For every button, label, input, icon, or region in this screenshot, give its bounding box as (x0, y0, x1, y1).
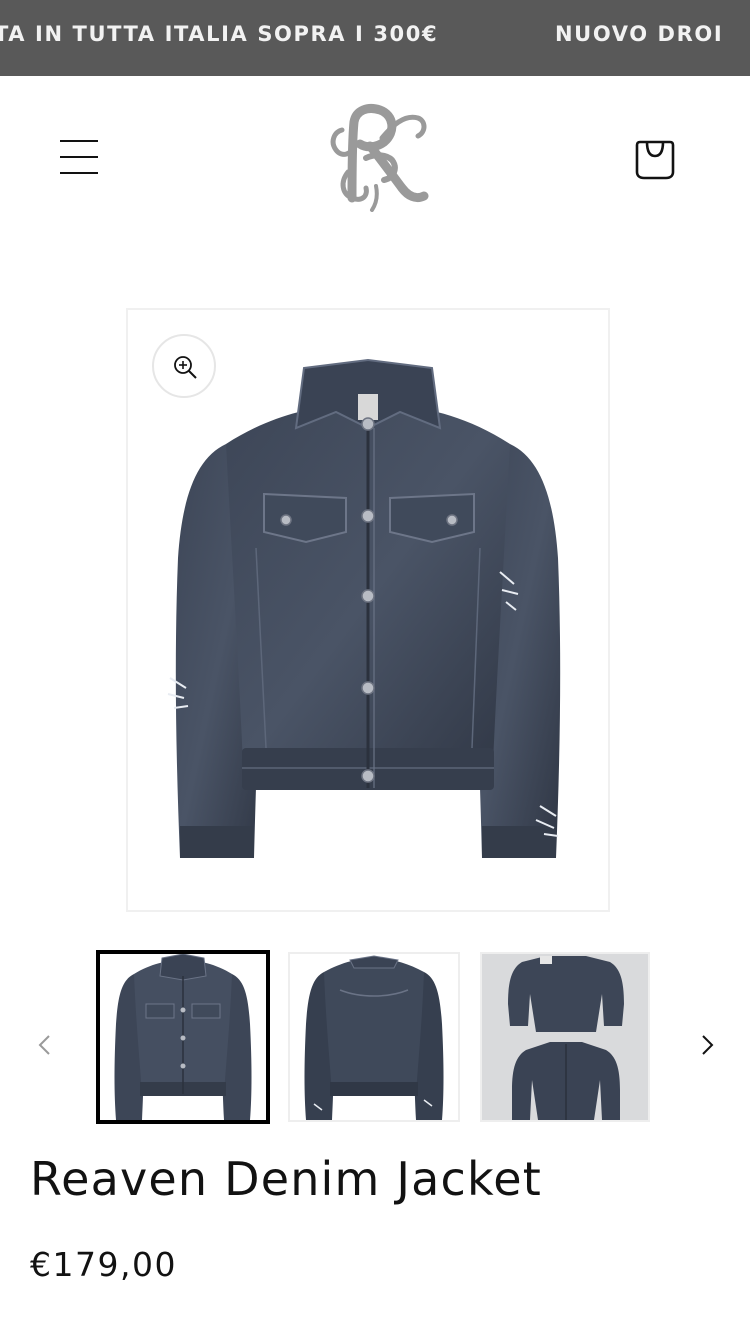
thumbnail-back[interactable] (288, 952, 460, 1122)
thumbnail-back-image (304, 955, 444, 1120)
product-title: Reaven Denim Jacket (30, 1152, 542, 1206)
thumbnail-carousel (0, 950, 750, 1126)
zoom-button[interactable] (152, 334, 216, 398)
chevron-right-icon (702, 1035, 714, 1055)
carousel-prev-button[interactable] (30, 1030, 60, 1060)
thumbnail-front-image (114, 954, 252, 1120)
cart-button[interactable] (630, 134, 680, 184)
monogram-logo-icon (330, 104, 429, 212)
announcement-bar: TA IN TUTTA ITALIA SOPRA I 300€ NUOVO DR… (0, 0, 750, 76)
thumbnail-flatlay-image (482, 954, 648, 1120)
announcement-text-drop: NUOVO DROI (555, 22, 724, 46)
carousel-next-button[interactable] (692, 1030, 722, 1060)
thumbnail-front[interactable] (96, 950, 270, 1124)
shopping-bag-icon (635, 140, 675, 180)
announcement-text-shipping: TA IN TUTTA ITALIA SOPRA I 300€ (0, 22, 439, 46)
zoom-in-icon (174, 356, 197, 379)
thumbnail-flatlay[interactable] (480, 952, 650, 1122)
product-main-image[interactable] (126, 308, 610, 912)
site-header (0, 76, 750, 246)
chevron-left-icon (38, 1035, 50, 1055)
hamburger-menu-icon[interactable] (58, 138, 100, 178)
denim-jacket-front-image (167, 358, 561, 858)
brand-logo[interactable] (322, 102, 430, 212)
product-price: €179,00 (30, 1245, 177, 1284)
